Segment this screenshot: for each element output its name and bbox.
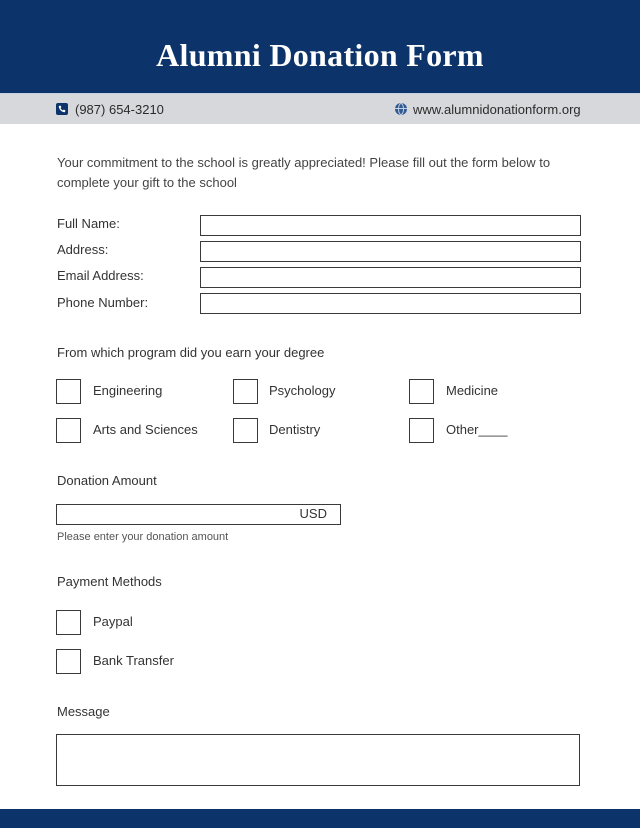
contact-phone: (987) 654-3210 bbox=[56, 94, 164, 124]
intro-text: Your commitment to the school is greatly… bbox=[57, 155, 551, 190]
full-name-input[interactable] bbox=[200, 215, 581, 236]
message-textarea[interactable] bbox=[56, 734, 580, 786]
program-title: From which program did you earn your deg… bbox=[57, 345, 325, 360]
form-title: Alumni Donation Form bbox=[156, 36, 484, 73]
email-label: Email Address: bbox=[57, 268, 144, 283]
full-name-label: Full Name: bbox=[57, 216, 120, 231]
dentistry-label: Dentistry bbox=[269, 422, 321, 437]
address-label: Address: bbox=[57, 242, 109, 257]
medicine-checkbox[interactable] bbox=[409, 379, 434, 404]
contact-website: www.alumnidonationform.org bbox=[395, 94, 581, 124]
engineering-label: Engineering bbox=[93, 383, 163, 398]
footer-bar bbox=[0, 809, 640, 828]
phone-label: Phone Number: bbox=[57, 295, 149, 310]
bank-transfer-checkbox[interactable] bbox=[56, 649, 81, 674]
dentistry-checkbox[interactable] bbox=[233, 418, 258, 443]
psychology-checkbox[interactable] bbox=[233, 379, 258, 404]
paypal-checkbox[interactable] bbox=[56, 610, 81, 635]
donation-hint: Please enter your donation amount bbox=[57, 531, 229, 543]
message-title: Message bbox=[57, 704, 110, 719]
other-label: Other____ bbox=[446, 422, 508, 437]
website-link[interactable]: www.alumnidonationform.org bbox=[413, 102, 581, 117]
phone-icon bbox=[56, 103, 68, 115]
contact-bar: (987) 654-3210 www.alumnidonationform.or… bbox=[0, 93, 640, 124]
arts-sciences-checkbox[interactable] bbox=[56, 418, 81, 443]
paypal-label: Paypal bbox=[93, 614, 133, 629]
email-input[interactable] bbox=[200, 267, 581, 288]
engineering-checkbox[interactable] bbox=[56, 379, 81, 404]
donation-title: Donation Amount bbox=[57, 473, 157, 488]
medicine-label: Medicine bbox=[446, 383, 499, 398]
phone-input[interactable] bbox=[200, 293, 581, 314]
donation-amount-input[interactable]: USD bbox=[56, 504, 341, 525]
currency-label: USD bbox=[299, 506, 327, 521]
psychology-label: Psychology bbox=[269, 383, 336, 398]
payment-title: Payment Methods bbox=[57, 574, 162, 589]
arts-sciences-label: Arts and Sciences bbox=[93, 422, 198, 437]
address-input[interactable] bbox=[200, 241, 581, 262]
phone-number: (987) 654-3210 bbox=[75, 101, 164, 117]
header-banner: Alumni Donation Form bbox=[0, 0, 640, 93]
other-checkbox[interactable] bbox=[409, 418, 434, 443]
globe-icon bbox=[395, 103, 407, 115]
bank-transfer-label: Bank Transfer bbox=[93, 653, 174, 668]
